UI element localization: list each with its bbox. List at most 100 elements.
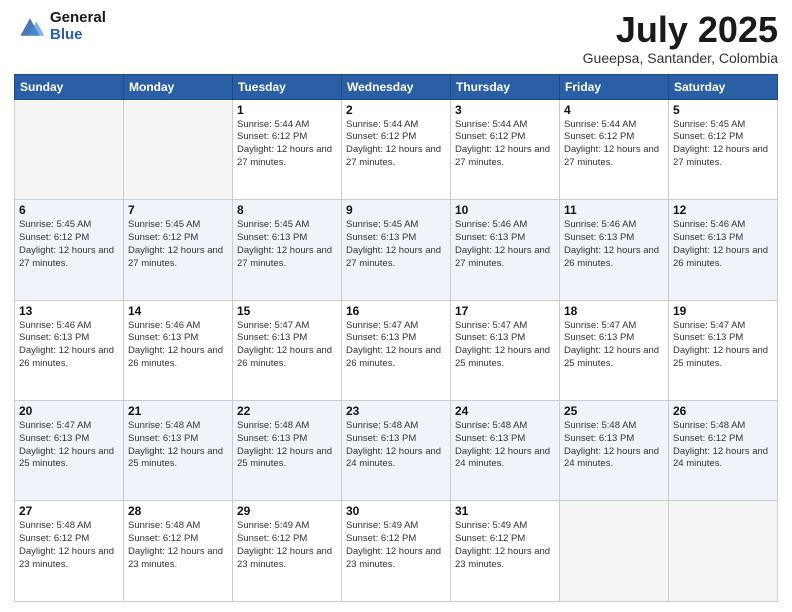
day-number: 17 [455,304,555,318]
day-number: 26 [673,404,773,418]
col-friday: Friday [560,74,669,99]
col-saturday: Saturday [669,74,778,99]
logo-text: General Blue [50,10,106,43]
day-info: Sunrise: 5:47 AMSunset: 6:13 PMDaylight:… [19,420,119,471]
location-subtitle: Gueepsa, Santander, Colombia [583,50,778,66]
calendar-cell-5-6 [560,501,669,602]
calendar-cell-2-4: 9Sunrise: 5:45 AMSunset: 6:13 PMDaylight… [342,200,451,300]
day-info: Sunrise: 5:46 AMSunset: 6:13 PMDaylight:… [455,219,555,270]
calendar-week-row-2: 6 Sunrise: 5:45 AMSunset: 6:12 PMDaylight… [15,200,778,300]
calendar-cell-4-6: 25 Sunrise: 5:48 AMSunset: 6:13 PMDayligh… [560,401,669,501]
calendar-cell-5-5: 31Sunrise: 5:49 AMSunset: 6:12 PMDayligh… [451,501,560,602]
day-number: 9 [346,203,446,217]
day-number: 31 [455,504,555,518]
day-info: Sunrise: 5:47 AMSunset: 6:13 PMDaylight:… [564,320,664,371]
day-number: 24 [455,404,555,418]
calendar-cell-3-7: 19 Sunrise: 5:47 AMSunset: 6:13 PMDayligh… [669,300,778,400]
day-number: 7 [128,203,228,217]
calendar-cell-4-3: 22Sunrise: 5:48 AMSunset: 6:13 PMDayligh… [233,401,342,501]
day-info: Sunrise: 5:45 AMSunset: 6:13 PMDaylight:… [237,219,337,270]
day-info: Sunrise: 5:44 AMSunset: 6:12 PMDaylight:… [455,119,555,170]
calendar-week-row-5: 27 Sunrise: 5:48 AMSunset: 6:12 PMDayligh… [15,501,778,602]
calendar-cell-1-6: 4Sunrise: 5:44 AMSunset: 6:12 PMDaylight… [560,99,669,199]
calendar-cell-1-1 [15,99,124,199]
logo: General Blue [14,10,106,43]
day-info: Sunrise: 5:47 AMSunset: 6:13 PMDaylight:… [237,320,337,371]
day-number: 30 [346,504,446,518]
day-number: 23 [346,404,446,418]
calendar-cell-5-2: 28Sunrise: 5:48 AMSunset: 6:12 PMDayligh… [124,501,233,602]
month-title: July 2025 [583,10,778,50]
day-number: 8 [237,203,337,217]
day-info: Sunrise: 5:45 AMSunset: 6:12 PMDaylight:… [19,219,119,270]
day-info: Sunrise: 5:45 AMSunset: 6:12 PMDaylight:… [128,219,228,270]
calendar-cell-2-7: 12Sunrise: 5:46 AMSunset: 6:13 PMDayligh… [669,200,778,300]
day-number: 2 [346,103,446,117]
day-info: Sunrise: 5:46 AMSunset: 6:13 PMDaylight:… [128,320,228,371]
day-info: Sunrise: 5:48 AMSunset: 6:13 PMDaylight:… [346,420,446,471]
page: General Blue July 2025 Gueepsa, Santande… [0,0,792,612]
day-info: Sunrise: 5:48 AMSunset: 6:13 PMDaylight:… [564,420,664,471]
day-number: 13 [19,304,119,318]
calendar-cell-4-7: 26 Sunrise: 5:48 AMSunset: 6:12 PMDayligh… [669,401,778,501]
col-thursday: Thursday [451,74,560,99]
day-info: Sunrise: 5:47 AMSunset: 6:13 PMDaylight:… [673,320,773,371]
day-info: Sunrise: 5:47 AMSunset: 6:13 PMDaylight:… [455,320,555,371]
day-number: 11 [564,203,664,217]
logo-icon [14,13,46,41]
title-block: July 2025 Gueepsa, Santander, Colombia [583,10,778,66]
calendar-cell-3-3: 15 Sunrise: 5:47 AMSunset: 6:13 PMDayligh… [233,300,342,400]
day-number: 19 [673,304,773,318]
col-monday: Monday [124,74,233,99]
day-number: 25 [564,404,664,418]
day-number: 21 [128,404,228,418]
day-number: 1 [237,103,337,117]
day-info: Sunrise: 5:48 AMSunset: 6:12 PMDaylight:… [673,420,773,471]
day-info: Sunrise: 5:48 AMSunset: 6:13 PMDaylight:… [455,420,555,471]
day-info: Sunrise: 5:44 AMSunset: 6:12 PMDaylight:… [237,119,337,170]
day-number: 18 [564,304,664,318]
day-info: Sunrise: 5:45 AMSunset: 6:12 PMDaylight:… [673,119,773,170]
calendar-cell-3-5: 17 Sunrise: 5:47 AMSunset: 6:13 PMDayligh… [451,300,560,400]
day-number: 15 [237,304,337,318]
calendar-cell-1-7: 5 Sunrise: 5:45 AMSunset: 6:12 PMDaylight… [669,99,778,199]
day-number: 28 [128,504,228,518]
logo-general-text: General [50,10,106,27]
calendar-cell-2-6: 11 Sunrise: 5:46 AMSunset: 6:13 PMDayligh… [560,200,669,300]
calendar-cell-2-3: 8 Sunrise: 5:45 AMSunset: 6:13 PMDaylight… [233,200,342,300]
day-number: 27 [19,504,119,518]
calendar-header-row: Sunday Monday Tuesday Wednesday Thursday… [15,74,778,99]
calendar-cell-1-5: 3Sunrise: 5:44 AMSunset: 6:12 PMDaylight… [451,99,560,199]
day-number: 14 [128,304,228,318]
header: General Blue July 2025 Gueepsa, Santande… [14,10,778,66]
calendar-cell-5-3: 29Sunrise: 5:49 AMSunset: 6:12 PMDayligh… [233,501,342,602]
col-sunday: Sunday [15,74,124,99]
calendar-cell-1-3: 1 Sunrise: 5:44 AMSunset: 6:12 PMDaylight… [233,99,342,199]
calendar-table: Sunday Monday Tuesday Wednesday Thursday… [14,74,778,602]
day-number: 5 [673,103,773,117]
day-number: 29 [237,504,337,518]
day-info: Sunrise: 5:47 AMSunset: 6:13 PMDaylight:… [346,320,446,371]
logo-blue-text: Blue [50,27,106,44]
calendar-cell-4-1: 20Sunrise: 5:47 AMSunset: 6:13 PMDayligh… [15,401,124,501]
calendar-cell-3-2: 14 Sunrise: 5:46 AMSunset: 6:13 PMDayligh… [124,300,233,400]
day-number: 6 [19,203,119,217]
col-wednesday: Wednesday [342,74,451,99]
calendar-cell-5-4: 30 Sunrise: 5:49 AMSunset: 6:12 PMDayligh… [342,501,451,602]
calendar-cell-2-2: 7 Sunrise: 5:45 AMSunset: 6:12 PMDaylight… [124,200,233,300]
day-info: Sunrise: 5:46 AMSunset: 6:13 PMDaylight:… [19,320,119,371]
day-info: Sunrise: 5:48 AMSunset: 6:12 PMDaylight:… [19,520,119,571]
col-tuesday: Tuesday [233,74,342,99]
day-number: 22 [237,404,337,418]
calendar-cell-3-6: 18 Sunrise: 5:47 AMSunset: 6:13 PMDayligh… [560,300,669,400]
calendar-cell-4-4: 23 Sunrise: 5:48 AMSunset: 6:13 PMDayligh… [342,401,451,501]
calendar-week-row-4: 20Sunrise: 5:47 AMSunset: 6:13 PMDayligh… [15,401,778,501]
day-info: Sunrise: 5:49 AMSunset: 6:12 PMDaylight:… [346,520,446,571]
calendar-cell-4-5: 24 Sunrise: 5:48 AMSunset: 6:13 PMDayligh… [451,401,560,501]
calendar-cell-3-1: 13 Sunrise: 5:46 AMSunset: 6:13 PMDayligh… [15,300,124,400]
calendar-week-row-1: 1 Sunrise: 5:44 AMSunset: 6:12 PMDaylight… [15,99,778,199]
day-info: Sunrise: 5:46 AMSunset: 6:13 PMDaylight:… [564,219,664,270]
calendar-cell-4-2: 21Sunrise: 5:48 AMSunset: 6:13 PMDayligh… [124,401,233,501]
calendar-cell-3-4: 16Sunrise: 5:47 AMSunset: 6:13 PMDayligh… [342,300,451,400]
calendar-cell-2-5: 10Sunrise: 5:46 AMSunset: 6:13 PMDayligh… [451,200,560,300]
